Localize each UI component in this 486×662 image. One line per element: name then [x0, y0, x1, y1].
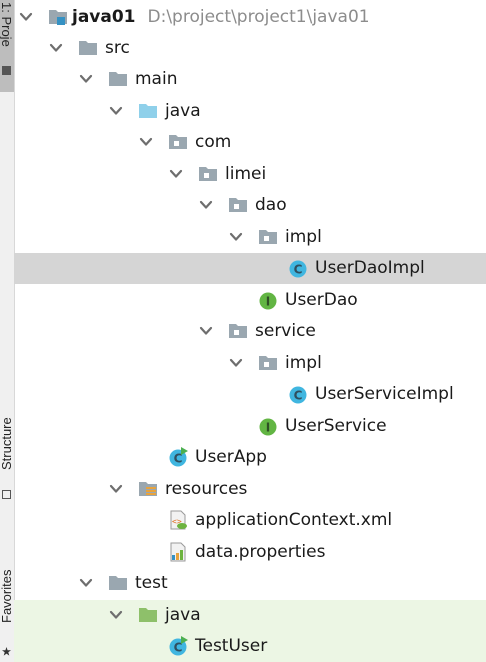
- tree-node-main[interactable]: main: [14, 64, 486, 95]
- tree-node-application-context[interactable]: applicationContext.xml: [14, 505, 486, 536]
- folder-icon: [78, 39, 98, 57]
- tree-node-user-dao-impl[interactable]: UserDaoImpl: [14, 253, 486, 284]
- package-icon: [228, 196, 248, 214]
- tool-window-stripe: 1: Proje Structure Favorites: [0, 0, 15, 662]
- xml-file-icon: [168, 510, 188, 530]
- favorites-tool-tab[interactable]: Favorites: [0, 545, 14, 662]
- tree-node-label: impl: [285, 353, 322, 373]
- tree-node-label: limei: [225, 164, 267, 184]
- class-icon: [288, 385, 308, 405]
- package-icon: [258, 354, 278, 372]
- tree-node-label: resources: [165, 479, 248, 499]
- chevron-down-icon[interactable]: [79, 576, 93, 590]
- properties-file-icon: [168, 542, 188, 562]
- favorites-tab-label: Favorites: [0, 569, 14, 623]
- tree-node-label: java: [165, 605, 201, 625]
- package-icon: [258, 228, 278, 246]
- chevron-down-icon[interactable]: [109, 608, 123, 622]
- class-icon: [288, 259, 308, 279]
- chevron-down-icon[interactable]: [139, 135, 153, 149]
- interface-icon: [258, 417, 278, 437]
- tree-node-java[interactable]: java: [14, 96, 486, 127]
- tree-node-label: java01 D:\project\project1\java01: [72, 7, 370, 27]
- tree-node-user-dao[interactable]: UserDao: [14, 285, 486, 316]
- package-icon: [198, 165, 218, 183]
- structure-tab-label: Structure: [0, 417, 14, 470]
- tree-node-service-impl[interactable]: impl: [14, 348, 486, 379]
- test-folder-icon: [138, 606, 158, 624]
- chevron-down-icon[interactable]: [199, 198, 213, 212]
- project-tab-icon: [2, 66, 11, 75]
- tree-node-dao[interactable]: dao: [14, 190, 486, 221]
- tree-node-label: data.properties: [195, 542, 326, 562]
- tree-node-label: test: [135, 573, 168, 593]
- tree-node-label: TestUser: [195, 636, 268, 656]
- tree-node-limei[interactable]: limei: [14, 159, 486, 190]
- tree-node-label: UserServiceImpl: [315, 384, 454, 404]
- tree-node-user-app[interactable]: UserApp: [14, 442, 486, 473]
- project-tab-label: 1: Proje: [0, 2, 14, 47]
- module-path: D:\project\project1\java01: [147, 7, 370, 27]
- tree-node-label: dao: [255, 195, 287, 215]
- project-tool-tab[interactable]: 1: Proje: [0, 0, 14, 92]
- source-folder-icon: [138, 102, 158, 120]
- module-name: java01: [72, 7, 136, 27]
- tree-node-label: service: [255, 321, 316, 341]
- package-icon: [168, 133, 188, 151]
- star-icon: [2, 647, 11, 656]
- runnable-class-icon: [168, 447, 188, 467]
- module-folder-icon: [48, 8, 68, 26]
- chevron-down-icon[interactable]: [49, 41, 63, 55]
- chevron-down-icon[interactable]: [79, 72, 93, 86]
- interface-icon: [258, 291, 278, 311]
- chevron-down-icon[interactable]: [199, 324, 213, 338]
- tree-node-test-java[interactable]: java: [14, 600, 486, 631]
- tree-node-label: com: [195, 132, 232, 152]
- tree-node-java01[interactable]: java01 D:\project\project1\java01: [14, 2, 486, 33]
- folder-icon: [108, 574, 128, 592]
- tree-node-label: UserDaoImpl: [315, 258, 425, 278]
- tree-node-user-service[interactable]: UserService: [14, 411, 486, 442]
- tree-node-com[interactable]: com: [14, 127, 486, 158]
- package-icon: [228, 322, 248, 340]
- tree-node-label: java: [165, 101, 201, 121]
- chevron-down-icon[interactable]: [109, 104, 123, 118]
- tree-node-test[interactable]: test: [14, 568, 486, 599]
- tree-node-label: impl: [285, 227, 322, 247]
- chevron-down-icon[interactable]: [109, 482, 123, 496]
- tree-node-label: main: [135, 69, 178, 89]
- tree-node-dao-impl[interactable]: impl: [14, 222, 486, 253]
- tree-node-label: UserApp: [195, 447, 267, 467]
- chevron-down-icon[interactable]: [229, 356, 243, 370]
- tree-node-test-user[interactable]: TestUser: [14, 631, 486, 662]
- tree-node-label: applicationContext.xml: [195, 510, 393, 530]
- tree-node-service[interactable]: service: [14, 316, 486, 347]
- resources-folder-icon: [138, 480, 158, 498]
- structure-tab-icon: [2, 490, 11, 499]
- chevron-down-icon[interactable]: [229, 230, 243, 244]
- tree-node-label: UserService: [285, 416, 387, 436]
- tree-node-label: UserDao: [285, 290, 358, 310]
- runnable-class-icon: [168, 636, 188, 656]
- tree-node-label: src: [105, 38, 130, 58]
- chevron-down-icon[interactable]: [19, 10, 33, 24]
- tree-node-resources[interactable]: resources: [14, 474, 486, 505]
- chevron-down-icon[interactable]: [169, 167, 183, 181]
- tree-node-user-service-impl[interactable]: UserServiceImpl: [14, 379, 486, 410]
- structure-tool-tab[interactable]: Structure: [0, 398, 14, 508]
- folder-icon: [108, 70, 128, 88]
- tree-node-src[interactable]: src: [14, 33, 486, 64]
- tree-node-data-properties[interactable]: data.properties: [14, 537, 486, 568]
